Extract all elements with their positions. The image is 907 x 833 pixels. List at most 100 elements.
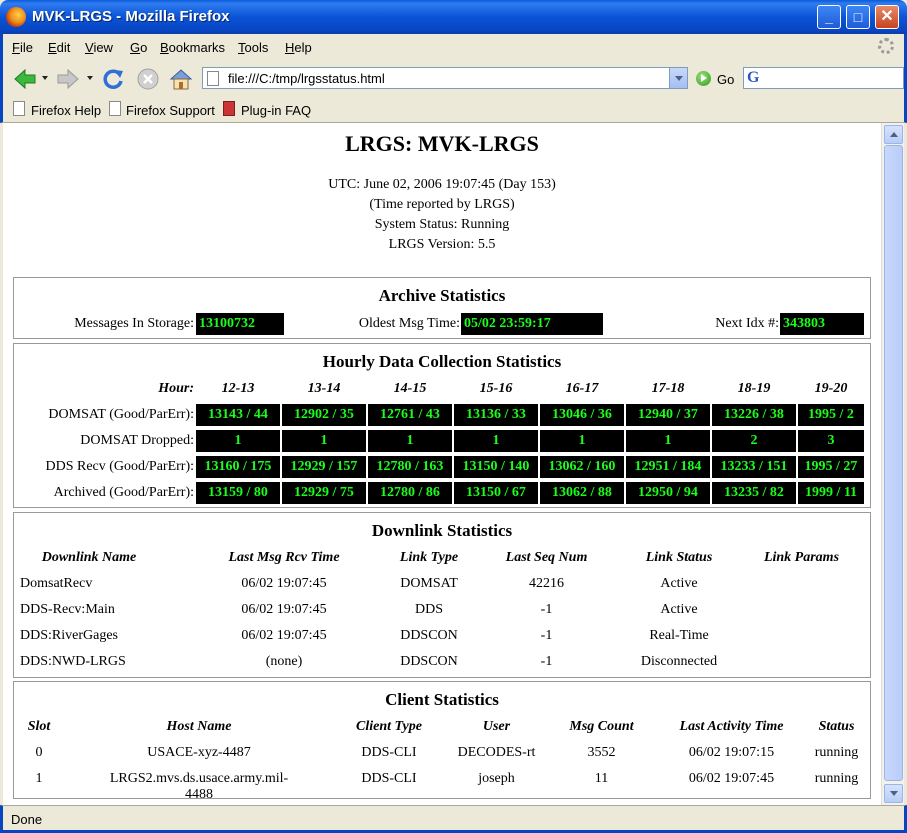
url-bar[interactable]: file:///C:/tmp/lrgsstatus.html (202, 67, 688, 89)
client-cell: DECODES-rt (457, 745, 536, 760)
minimize-button[interactable]: _ (817, 5, 841, 29)
hourly-cell: 2 (712, 430, 796, 452)
downlink-statistics: Downlink Statistics Downlink Name Last Ms… (13, 512, 871, 678)
hourly-cell: 12761 / 43 (368, 404, 452, 426)
downlink-column-header: Link Params (763, 550, 840, 565)
hourly-cell: 13159 / 80 (196, 482, 280, 504)
menu-bookmarks[interactable]: Bookmarks (160, 40, 225, 55)
client-cell: running (814, 771, 859, 786)
window-titlebar: MVK-LRGS - Mozilla Firefox _ □ ✕ (0, 0, 907, 34)
client-statistics: Client Statistics Slot Host Name Client Ty… (13, 681, 871, 802)
hour-header: 12-13 (221, 381, 255, 396)
go-button[interactable]: Go (717, 72, 734, 87)
client-column-header: Client Type (356, 719, 422, 734)
menu-edit[interactable]: Edit (48, 40, 70, 55)
next-idx-label: Next Idx #: (715, 316, 779, 331)
client-cell: running (814, 745, 859, 760)
oldest-label: Oldest Msg Time: (358, 316, 460, 331)
menu-help[interactable]: Help (285, 40, 312, 55)
downlink-cell: DDS (414, 602, 443, 617)
client-column-header: Msg Count (569, 719, 634, 734)
downlink-column-header: Last Msg Rcv Time (228, 550, 340, 565)
hourly-cell: 1 (540, 430, 624, 452)
downlink-cell: DDSCON (400, 628, 458, 643)
downlink-cell: Real-Time (649, 628, 709, 643)
messages-label: Messages In Storage: (74, 316, 194, 331)
hour-header: 15-16 (479, 381, 513, 396)
scroll-up-icon[interactable] (884, 125, 903, 144)
menu-file[interactable]: File (12, 40, 33, 55)
hourly-row-label: DOMSAT Dropped: (80, 433, 194, 448)
client-cell: DDS-CLI (361, 745, 417, 760)
downlink-cell: 06/02 19:07:45 (241, 576, 327, 591)
url-history-dropdown-icon[interactable] (669, 68, 687, 88)
hour-header: 13-14 (307, 381, 341, 396)
go-arrow-icon[interactable] (696, 71, 711, 86)
bookmark-firefox-help[interactable]: Firefox Help (31, 103, 101, 118)
downlink-cell: -1 (540, 602, 553, 617)
hourly-cell: 1 (626, 430, 710, 452)
client-cell: 0 (35, 745, 43, 760)
bookmarks-toolbar: Firefox Help Firefox Support Plug-in FAQ (0, 97, 907, 123)
hourly-cell: 13226 / 38 (712, 404, 796, 426)
downlink-cell: (none) (265, 654, 303, 669)
utc-time: UTC: June 02, 2006 19:07:45 (Day 153) (328, 177, 556, 192)
hourly-title: Hourly Data Collection Statistics (322, 352, 562, 371)
reload-icon[interactable] (101, 67, 125, 91)
url-input[interactable]: file:///C:/tmp/lrgsstatus.html (228, 71, 385, 86)
downlink-cell: DDS:NWD-LRGS (20, 654, 126, 669)
maximize-button[interactable]: □ (846, 5, 870, 29)
menu-bar: File Edit View Go Bookmarks Tools Help (0, 34, 907, 59)
vertical-scrollbar[interactable] (881, 123, 904, 805)
home-icon[interactable] (169, 67, 193, 91)
menu-view[interactable]: View (85, 40, 113, 55)
scroll-down-icon[interactable] (884, 784, 903, 803)
downlink-title: Downlink Statistics (371, 521, 513, 540)
forward-arrow-icon[interactable] (56, 67, 80, 91)
downlink-cell: Active (660, 576, 698, 591)
client-cell: DDS-CLI (361, 771, 417, 786)
stop-icon[interactable] (136, 67, 160, 91)
window-title: MVK-LRGS - Mozilla Firefox (32, 8, 230, 25)
hourly-cell: 12902 / 35 (282, 404, 366, 426)
hourly-statistics: Hourly Data Collection Statistics Hour: … (13, 343, 871, 508)
google-search-engine-icon[interactable]: G (747, 70, 763, 86)
time-note: (Time reported by LRGS) (369, 197, 515, 212)
hour-header: 18-19 (737, 381, 771, 396)
forward-history-dropdown-icon[interactable] (87, 76, 93, 80)
bookmark-plugin-faq[interactable]: Plug-in FAQ (241, 103, 311, 118)
system-status: System Status: Running (374, 217, 510, 232)
downlink-cell: DomsatRecv (20, 576, 93, 591)
back-arrow-icon[interactable] (13, 67, 37, 91)
hourly-cell: 1 (196, 430, 280, 452)
bookmark-page-icon (109, 101, 121, 116)
hour-header: 19-20 (814, 381, 848, 396)
back-history-dropdown-icon[interactable] (42, 76, 48, 80)
close-button[interactable]: ✕ (875, 5, 899, 29)
page-icon (207, 71, 219, 86)
bookmark-firefox-support[interactable]: Firefox Support (126, 103, 215, 118)
downlink-column-header: Link Type (399, 550, 459, 565)
client-cell: 06/02 19:07:45 (688, 771, 775, 786)
hourly-cell: 13233 / 151 (712, 456, 796, 478)
hourly-cell: 13136 / 33 (454, 404, 538, 426)
archive-title: Archive Statistics (378, 286, 506, 305)
bookmark-page-icon (13, 101, 25, 116)
client-cell: USACE-xyz-4487 (147, 745, 251, 760)
menu-go[interactable]: Go (130, 40, 147, 55)
hourly-cell: 1 (282, 430, 366, 452)
oldest-value: 05/02 23:59:17 (461, 313, 603, 335)
status-text: Done (11, 812, 43, 827)
hourly-cell: 12951 / 184 (626, 456, 710, 478)
search-input[interactable]: G (743, 67, 904, 89)
client-cell: LRGS2.mvs.ds.usace.army.mil-4488 (109, 771, 289, 802)
page-title: LRGS: MVK-LRGS (345, 131, 539, 156)
hourly-cell: 1999 / 11 (798, 482, 864, 504)
downlink-column-header: Downlink Name (41, 550, 137, 565)
hourly-cell: 1995 / 2 (798, 404, 864, 426)
scroll-thumb[interactable] (884, 145, 903, 781)
hourly-cell: 12950 / 94 (626, 482, 710, 504)
archive-statistics: Archive Statistics Messages In Storage: … (13, 277, 871, 339)
menu-tools[interactable]: Tools (238, 40, 268, 55)
downlink-cell: -1 (540, 628, 553, 643)
